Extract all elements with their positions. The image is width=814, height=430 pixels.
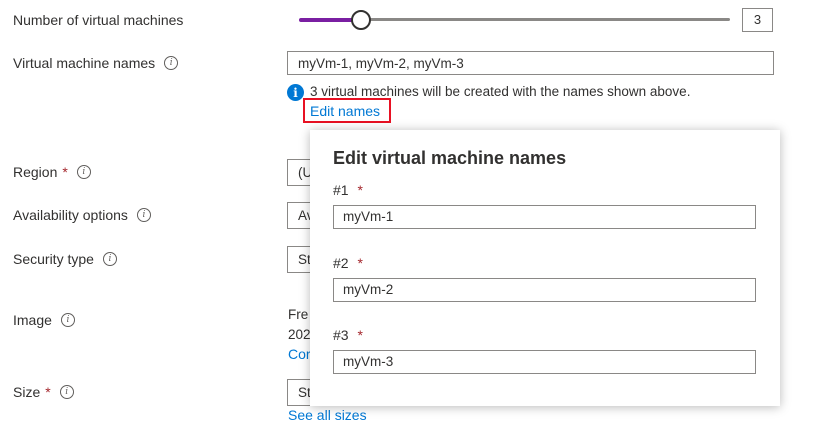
- region-label-text: Region: [13, 164, 58, 180]
- vm-count-input[interactable]: 3: [742, 8, 773, 32]
- configure-link[interactable]: Cor: [288, 346, 311, 362]
- availability-label: Availability options i: [13, 207, 151, 223]
- vm-names-label: Virtual machine names i: [13, 55, 179, 71]
- vm-count-label: Number of virtual machines: [13, 12, 183, 28]
- slider-thumb[interactable]: [351, 10, 371, 30]
- name-1-input[interactable]: myVm-1: [333, 205, 756, 229]
- image-label: Image i: [13, 312, 75, 328]
- availability-label-text: Availability options: [13, 207, 128, 223]
- info-icon[interactable]: i: [136, 208, 151, 222]
- security-label-text: Security type: [13, 251, 94, 267]
- size-label-text: Size: [13, 384, 41, 400]
- required-marker: *: [357, 182, 363, 198]
- vm-names-label-text: Virtual machine names: [13, 55, 156, 71]
- vm-names-note: 3 virtual machines will be created with …: [310, 84, 691, 99]
- region-label: Region * i: [13, 164, 91, 180]
- required-marker: *: [45, 384, 51, 400]
- name-3-label-text: #3: [333, 327, 349, 343]
- name-1-label-text: #1: [333, 182, 349, 198]
- info-icon[interactable]: i: [102, 252, 117, 266]
- security-label: Security type i: [13, 251, 117, 267]
- see-all-sizes-link[interactable]: See all sizes: [288, 407, 367, 423]
- size-label: Size * i: [13, 384, 74, 400]
- edit-names-highlight: [303, 98, 391, 123]
- edit-names-callout: Edit virtual machine names #1 * myVm-1 #…: [310, 130, 780, 406]
- info-icon[interactable]: i: [59, 385, 74, 399]
- required-marker: *: [62, 164, 68, 180]
- name-2-input[interactable]: myVm-2: [333, 278, 756, 302]
- image-value-line2: 202: [288, 327, 311, 342]
- info-filled-icon: i: [287, 84, 304, 101]
- callout-title: Edit virtual machine names: [333, 148, 567, 168]
- info-icon[interactable]: i: [164, 56, 179, 70]
- info-icon[interactable]: i: [76, 165, 91, 179]
- name-3-label: #3 *: [333, 327, 363, 343]
- name-2-label: #2 *: [333, 255, 363, 271]
- slider-track[interactable]: [361, 18, 730, 21]
- required-marker: *: [357, 327, 363, 343]
- info-icon[interactable]: i: [60, 313, 75, 327]
- vm-names-input[interactable]: myVm-1, myVm-2, myVm-3: [287, 51, 774, 75]
- name-1-label: #1 *: [333, 182, 363, 198]
- name-2-label-text: #2: [333, 255, 349, 271]
- name-3-input[interactable]: myVm-3: [333, 350, 756, 374]
- vm-count-label-text: Number of virtual machines: [13, 12, 184, 28]
- image-label-text: Image: [13, 312, 52, 328]
- required-marker: *: [357, 255, 363, 271]
- image-value-line1: Fre: [288, 307, 309, 322]
